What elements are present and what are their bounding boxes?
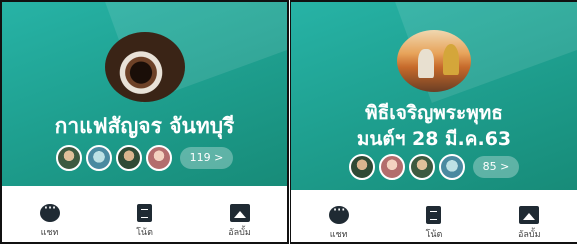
- group-card-right: พิธีเจริญพระพุทธ มนต์ฯ 28 มี.ค.63 85 > แ…: [290, 0, 577, 244]
- member-count-badge[interactable]: 119 >: [179, 147, 234, 169]
- note-icon: [137, 204, 152, 222]
- group-title: พิธีเจริญพระพุทธ มนต์ฯ 28 มี.ค.63: [291, 100, 577, 152]
- group-header: กาแฟสัญจร จันทบุรี 119 >: [2, 2, 287, 188]
- album-icon: [519, 206, 540, 224]
- group-header: พิธีเจริญพระพุทธ มนต์ฯ 28 มี.ค.63 85 >: [291, 2, 577, 192]
- action-bar: แชท โน้ต อัลบั้ม: [291, 190, 577, 242]
- note-button[interactable]: โน้ต: [404, 206, 464, 242]
- chat-label: แชท: [329, 230, 348, 240]
- chat-icon: [328, 200, 349, 224]
- member-avatar: [55, 145, 82, 171]
- album-label: อัลบั้ม: [518, 230, 541, 240]
- chat-button[interactable]: แชท: [309, 200, 369, 242]
- chat-label: แชท: [40, 228, 59, 238]
- note-icon: [426, 206, 442, 224]
- member-avatar: [115, 145, 142, 171]
- member-avatar: [378, 154, 405, 180]
- member-avatar: [145, 145, 172, 171]
- group-card-left: กาแฟสัญจร จันทบุรี 119 > แชท โน้ต อัลบั้…: [0, 0, 289, 244]
- member-list[interactable]: 119 >: [2, 145, 287, 171]
- album-label: อัลบั้ม: [228, 228, 251, 238]
- note-label: โน้ต: [425, 230, 443, 240]
- member-avatar: [408, 154, 435, 180]
- member-avatar: [348, 154, 375, 180]
- note-label: โน้ต: [136, 228, 153, 238]
- album-button[interactable]: อัลบั้ม: [499, 206, 559, 242]
- album-icon: [229, 204, 250, 222]
- group-title-line2: มนต์ฯ 28 มี.ค.63: [356, 128, 512, 150]
- note-button[interactable]: โน้ต: [115, 204, 175, 242]
- ceremony-photo-icon: [397, 30, 471, 92]
- member-count-badge[interactable]: 85 >: [472, 156, 520, 178]
- album-button[interactable]: อัลบั้ม: [210, 204, 270, 242]
- chat-icon: [39, 198, 60, 222]
- member-avatar: [438, 154, 465, 180]
- action-bar: แชท โน้ต อัลบั้ม: [2, 186, 287, 242]
- group-avatar[interactable]: [397, 30, 471, 92]
- member-list[interactable]: 85 >: [291, 154, 577, 180]
- coffee-photo-icon: [104, 32, 185, 102]
- chat-button[interactable]: แชท: [20, 198, 80, 242]
- group-title-line1: พิธีเจริญพระพุทธ: [365, 102, 503, 124]
- group-title: กาแฟสัญจร จันทบุรี: [54, 114, 235, 138]
- group-avatar[interactable]: [104, 32, 185, 102]
- member-avatar: [85, 145, 112, 171]
